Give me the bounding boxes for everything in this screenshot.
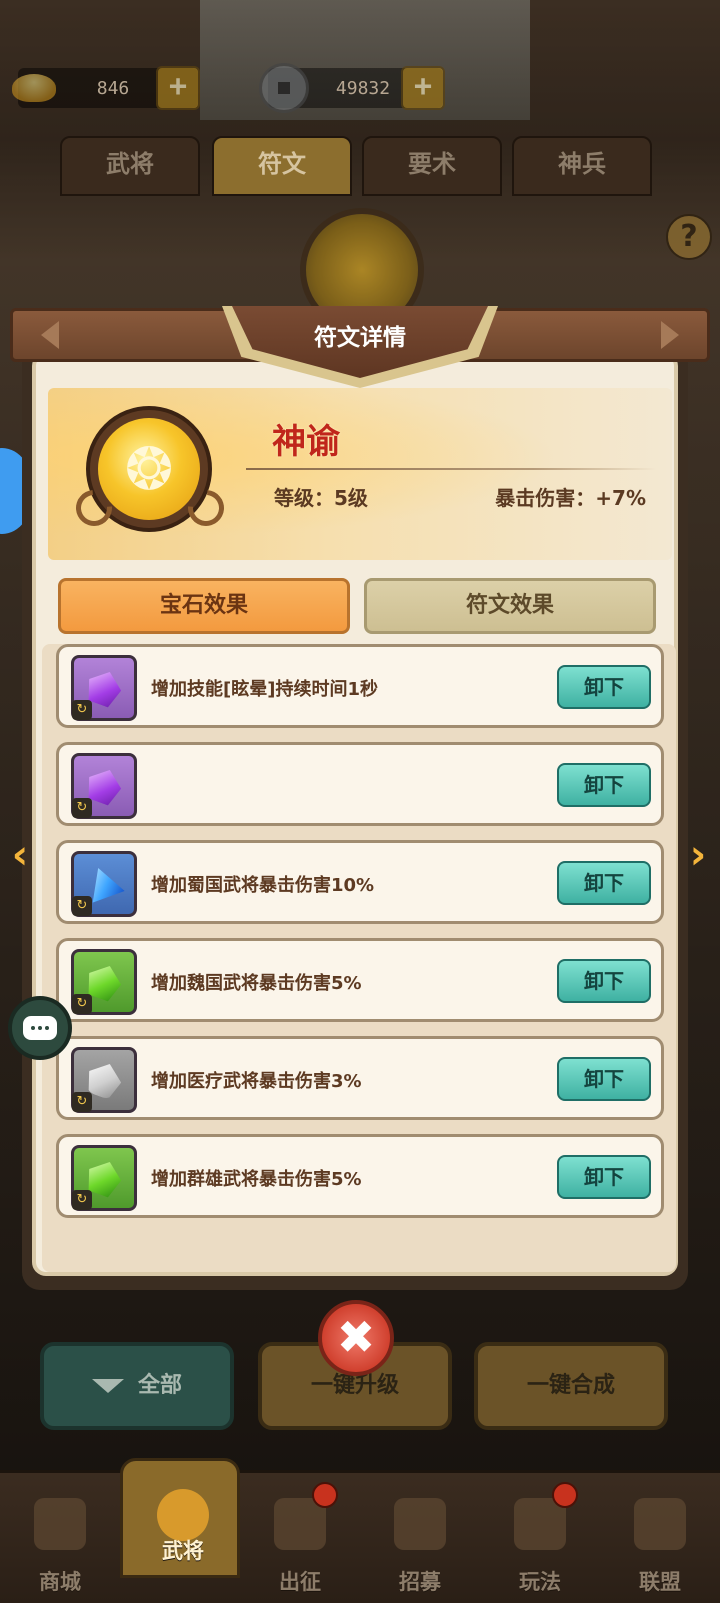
nav-label: 出征 (279, 1570, 321, 1594)
prev-arrow-icon[interactable]: ‹ (6, 835, 34, 875)
nav-item-expedition[interactable]: 出征 (240, 1480, 360, 1600)
blue-gem-icon: ↻ (71, 851, 137, 917)
gem-description: 增加医疗武将暴击伤害3% (151, 1071, 362, 1092)
add-gold-button[interactable]: + (156, 66, 200, 110)
nav-item-shop[interactable]: 商城 (0, 1480, 120, 1600)
purple-gem-icon: ↻ (71, 753, 137, 819)
gem-row: ↻ 增加蜀国武将暴击伤害10% 卸下 (56, 840, 664, 924)
dragon-rune-icon: ❂ (124, 435, 174, 503)
gold-ingot-icon (8, 62, 60, 114)
nav-item-generals[interactable]: 武将 (120, 1458, 240, 1578)
coin-amount: 49832 (335, 77, 391, 99)
gem-row: ↻ 增加魏国武将暴击伤害5% 卸下 (56, 938, 664, 1022)
tab-rune-effects[interactable]: 符文效果 (364, 578, 656, 634)
unload-button[interactable]: 卸下 (557, 1057, 651, 1101)
unload-button[interactable]: 卸下 (557, 1155, 651, 1199)
nav-label: 玩法 (519, 1570, 561, 1594)
rune-name: 神谕 (272, 422, 340, 462)
rune-crit-damage: 暴击伤害：+7% (495, 486, 646, 510)
green-gem-icon: ↻ (71, 1145, 137, 1211)
tab-gem-effects[interactable]: 宝石效果 (58, 578, 350, 634)
filter-all-label: 全部 (137, 1373, 182, 1398)
purple-gem-icon: ↻ (71, 655, 137, 721)
gem-description: 增加群雄武将暴击伤害5% (151, 1169, 362, 1190)
tab-tactics[interactable]: 要术 (362, 136, 502, 196)
filter-all-button[interactable]: 全部 (40, 1342, 234, 1430)
close-icon[interactable]: ✖ (318, 1300, 394, 1376)
gray-gem-icon: ↻ (71, 1047, 137, 1113)
tab-generals[interactable]: 武将 (60, 136, 200, 196)
unload-button[interactable]: 卸下 (557, 763, 651, 807)
nav-label: 联盟 (639, 1570, 681, 1594)
nav-item-gameplay[interactable]: 玩法 (480, 1480, 600, 1600)
next-arrow-icon[interactable]: › (684, 835, 712, 875)
help-icon[interactable]: ? (666, 214, 712, 260)
copper-coin-icon (258, 62, 310, 114)
nav-item-recruit[interactable]: 招募 (360, 1480, 480, 1600)
slot-badge-icon: ↻ (72, 994, 92, 1014)
nav-label: 商城 (39, 1570, 81, 1594)
green-gem-icon: ↻ (71, 949, 137, 1015)
slot-badge-icon: ↻ (72, 1092, 92, 1112)
rune-level: 等级：5级 (274, 486, 368, 510)
slot-badge-icon: ↻ (72, 896, 92, 916)
unload-button[interactable]: 卸下 (557, 861, 651, 905)
category-tabs: 武将 符文 要术 神兵 (60, 136, 660, 196)
gem-row: ↻ 增加医疗武将暴击伤害3% 卸下 (56, 1036, 664, 1120)
helmet-icon (157, 1489, 209, 1541)
unload-button[interactable]: 卸下 (557, 959, 651, 1003)
slot-badge-icon: ↻ (72, 700, 92, 720)
scroll-icon (394, 1498, 446, 1550)
gold-currency: 846 + (12, 66, 200, 110)
tab-runes[interactable]: 符文 (212, 136, 352, 196)
modal-title: 符文详情 (314, 325, 406, 351)
slot-badge-icon: ↻ (72, 798, 92, 818)
slot-badge-icon: ↻ (72, 1190, 92, 1210)
gold-amount: 846 (96, 77, 130, 99)
gem-description: 增加技能[眩晕]持续时间1秒 (151, 679, 378, 700)
gem-description: 增加魏国武将暴击伤害5% (151, 973, 362, 994)
nav-item-alliance[interactable]: 联盟 (600, 1480, 720, 1600)
tab-weapons[interactable]: 神兵 (512, 136, 652, 196)
chat-icon[interactable] (8, 996, 72, 1060)
flag-icon (634, 1498, 686, 1550)
gem-description: 增加蜀国武将暴击伤害10% (151, 875, 375, 896)
coin-currency: 49832 + (259, 63, 445, 113)
nav-label: 招募 (399, 1570, 441, 1594)
gem-row: ↻ 增加技能[眩晕]持续时间1秒 卸下 (56, 644, 664, 728)
chevron-down-icon (91, 1379, 124, 1393)
notification-dot (312, 1482, 338, 1508)
nav-label: 武将 (162, 1539, 204, 1563)
rune-divider (246, 468, 656, 470)
add-coin-button[interactable]: + (401, 66, 445, 110)
shop-icon (34, 1498, 86, 1550)
one-click-compose-button[interactable]: 一键合成 (474, 1342, 668, 1430)
unload-button[interactable]: 卸下 (557, 665, 651, 709)
notification-dot (552, 1482, 578, 1508)
gem-row: ↻ 增加群雄武将暴击伤害5% 卸下 (56, 1134, 664, 1218)
gem-row: ↻ 卸下 (56, 742, 664, 826)
